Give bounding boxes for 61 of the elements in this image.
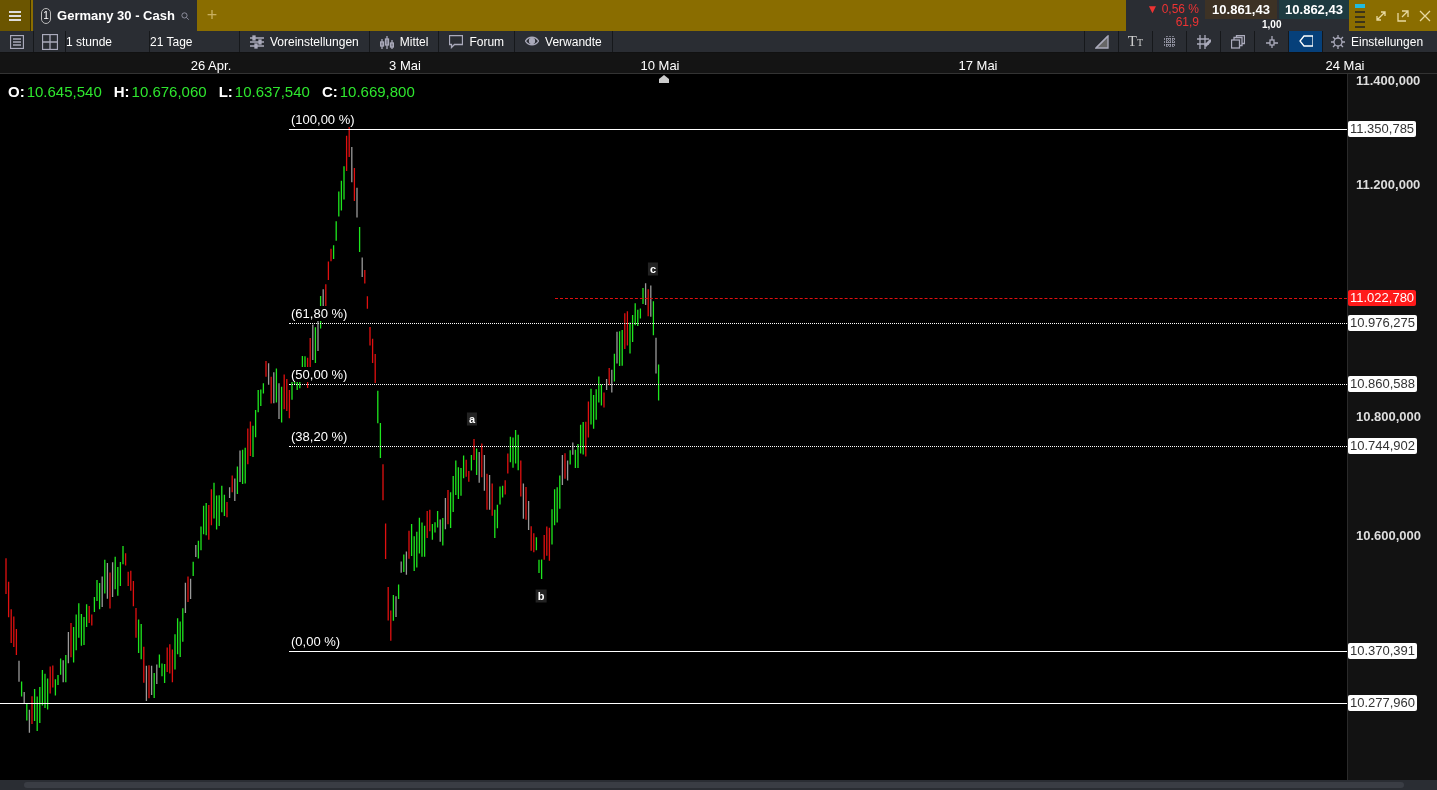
- layout-icon: [41, 33, 58, 50]
- pen-icon: [1196, 34, 1211, 49]
- settings-icon: [1331, 34, 1345, 49]
- fibonacci-level-label: (50,00 %): [291, 367, 348, 382]
- instrument-tab[interactable]: 1 Germany 30 - Cash: [33, 0, 197, 31]
- wave-label: b: [535, 589, 547, 603]
- close-icon: [1419, 9, 1431, 22]
- date-label: 26 Apr.: [190, 57, 232, 75]
- layers-icon: [1230, 34, 1245, 49]
- date-label: 10 Mai: [640, 57, 680, 75]
- fibonacci-level-label: (38,20 %): [291, 429, 348, 444]
- ohlc-key: C:: [321, 81, 338, 104]
- popout-icon: [1397, 9, 1409, 22]
- grid-icon: [1162, 34, 1177, 49]
- list-icon: [9, 34, 24, 49]
- spread-badge: 1,00: [1259, 19, 1285, 31]
- price-level-tag: 11.350,785: [1348, 121, 1417, 137]
- ohlc-value: 10.676,060: [131, 82, 207, 102]
- current-price-tag: 11.022,780: [1348, 290, 1417, 306]
- sell-price-button[interactable]: 10.861,43: [1205, 0, 1277, 19]
- tag-icon: [1298, 34, 1313, 49]
- date-label: 3 Mai: [389, 57, 421, 75]
- ohlc-value: 10.669,800: [339, 82, 415, 102]
- date-label: 17 Mai: [958, 57, 998, 75]
- tool-button[interactable]: [1289, 31, 1323, 52]
- price-axis-label: 11.200,000: [1356, 176, 1421, 195]
- price-level-tag: 10.370,391: [1348, 643, 1418, 659]
- fibonacci-level-label: (0,00 %): [291, 634, 341, 649]
- settings-button[interactable]: Einstellungen: [1323, 31, 1437, 52]
- buy-price-button[interactable]: 10.862,43: [1279, 0, 1349, 19]
- ohlc-key: H:: [113, 81, 130, 104]
- fibonacci-level-label: (61,80 %): [291, 306, 348, 321]
- ohlc-value: 10.645,540: [26, 82, 102, 102]
- crosshair-icon: [1264, 34, 1279, 49]
- price-axis-label: 10.800,000: [1356, 408, 1422, 427]
- wave-label: a: [466, 412, 478, 426]
- price-level-tag: 10.744,902: [1348, 438, 1418, 454]
- drawing-tool-icon: [1094, 34, 1109, 49]
- comment-icon: [449, 34, 464, 49]
- ohlc-key: O:: [8, 81, 25, 104]
- ohlc-key: L:: [218, 81, 233, 104]
- ohlc-value: 10.637,540: [234, 82, 310, 102]
- wave-label: c: [647, 262, 659, 276]
- menu-icon: [8, 9, 22, 22]
- price-axis-label: 10.600,000: [1356, 527, 1422, 546]
- sliders-icon: [250, 34, 264, 49]
- change-percent: ▼ 0,56 %: [1146, 2, 1199, 16]
- candlestick-icon: [379, 34, 394, 49]
- price-axis-label: 11.400,000: [1356, 72, 1421, 91]
- menu-button[interactable]: [0, 0, 31, 31]
- price-level-tag: 10.860,588: [1348, 376, 1418, 392]
- change-points: 61,9: [1175, 15, 1199, 29]
- range-button[interactable]: 21 Tage: [150, 31, 240, 52]
- interval-button[interactable]: 1 stunde: [66, 31, 150, 52]
- tab-title: Germany 30 - Cash: [57, 6, 175, 25]
- date-label: 24 Mai: [1325, 57, 1365, 75]
- price-level-tag: 10.976,275: [1348, 315, 1418, 331]
- price-level-tag: 10.277,960: [1348, 695, 1418, 711]
- expand-icon: [1375, 9, 1387, 22]
- fibonacci-level-label: (100,00 %): [291, 112, 355, 127]
- level-meter-icon: [1355, 3, 1365, 28]
